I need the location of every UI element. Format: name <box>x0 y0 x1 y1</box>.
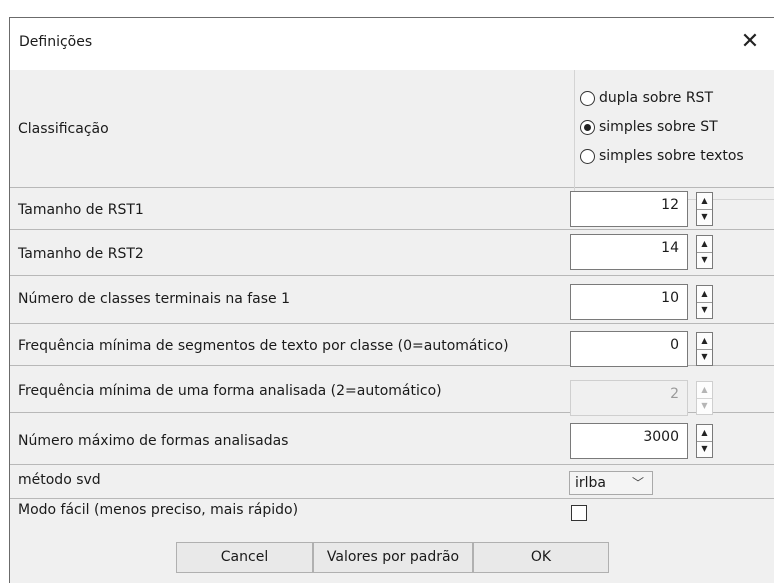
triangle-up-icon[interactable]: ▲ <box>697 236 712 253</box>
triangle-up-icon[interactable]: ▲ <box>697 425 712 442</box>
max-forms-input[interactable]: 3000 <box>570 423 688 459</box>
radio-circle-selected-icon <box>580 119 595 135</box>
min-segments-value: 0 <box>670 337 679 353</box>
radio-circle-icon <box>580 148 595 164</box>
triangle-down-icon[interactable]: ▼ <box>697 441 712 457</box>
chevron-down-icon: ﹀ <box>631 476 644 490</box>
min-form-freq-input: 2 <box>570 380 688 416</box>
classification-radio-group: dupla sobre RST simples sobre ST simples… <box>574 70 774 200</box>
classification-row: Classificação dupla sobre RST simples so… <box>10 70 774 200</box>
easy-mode-row: Modo fácil (menos preciso, mais rápido) <box>10 499 774 525</box>
terminal-classes-label: Número de classes terminais na fase 1 <box>18 291 291 307</box>
rst1-input[interactable]: 12 <box>570 191 688 227</box>
triangle-up-icon[interactable]: ▲ <box>697 286 712 303</box>
ok-button[interactable]: OK <box>473 542 609 573</box>
radio-dupla-sobre-rst[interactable]: dupla sobre RST <box>580 90 713 106</box>
min-form-freq-stepper: ▲ ▼ <box>696 381 713 415</box>
min-segments-stepper[interactable]: ▲ ▼ <box>696 332 713 366</box>
svd-method-label: método svd <box>18 472 101 488</box>
svd-method-value: irlba <box>575 475 607 491</box>
radio-label: dupla sobre RST <box>599 90 713 106</box>
triangle-up-icon: ▲ <box>697 382 712 399</box>
rst1-value: 12 <box>661 197 679 213</box>
easy-mode-checkbox[interactable] <box>571 505 587 521</box>
cancel-button[interactable]: Cancel <box>176 542 313 573</box>
svd-method-select[interactable]: irlba ﹀ <box>569 471 653 495</box>
triangle-down-icon[interactable]: ▼ <box>697 349 712 365</box>
settings-dialog: Definições ✕ Classificação dupla sobre R… <box>9 17 774 583</box>
min-form-freq-value: 2 <box>670 386 679 402</box>
terminal-classes-input[interactable]: 10 <box>570 284 688 320</box>
radio-label: simples sobre ST <box>599 119 718 135</box>
classification-label: Classificação <box>18 121 109 137</box>
min-segments-input[interactable]: 0 <box>570 331 688 367</box>
rst2-stepper[interactable]: ▲ ▼ <box>696 235 713 269</box>
min-segments-label: Frequência mínima de segmentos de texto … <box>18 338 509 354</box>
svd-method-row: método svd <box>10 465 774 499</box>
triangle-down-icon[interactable]: ▼ <box>697 209 712 225</box>
terminal-classes-value: 10 <box>661 290 679 306</box>
rst2-value: 14 <box>661 240 679 256</box>
min-form-freq-label: Frequência mínima de uma forma analisada… <box>18 383 442 399</box>
rst1-label: Tamanho de RST1 <box>18 202 144 218</box>
defaults-button[interactable]: Valores por padrão <box>313 542 473 573</box>
rst2-label: Tamanho de RST2 <box>18 246 144 262</box>
triangle-up-icon[interactable]: ▲ <box>697 193 712 210</box>
radio-simples-sobre-textos[interactable]: simples sobre textos <box>580 148 744 164</box>
triangle-up-icon[interactable]: ▲ <box>697 333 712 350</box>
radio-simples-sobre-st[interactable]: simples sobre ST <box>580 119 718 135</box>
max-forms-value: 3000 <box>643 429 679 445</box>
close-icon[interactable]: ✕ <box>736 28 764 56</box>
radio-circle-icon <box>580 90 595 106</box>
max-forms-stepper[interactable]: ▲ ▼ <box>696 424 713 458</box>
radio-label: simples sobre textos <box>599 148 744 164</box>
max-forms-label: Número máximo de formas analisadas <box>18 433 289 449</box>
terminal-classes-stepper[interactable]: ▲ ▼ <box>696 285 713 319</box>
title-bar: Definições ✕ <box>10 18 774 70</box>
rst1-stepper[interactable]: ▲ ▼ <box>696 192 713 226</box>
triangle-down-icon: ▼ <box>701 401 708 410</box>
triangle-down-icon[interactable]: ▼ <box>697 302 712 318</box>
dialog-title: Definições <box>19 34 93 50</box>
easy-mode-label: Modo fácil (menos preciso, mais rápido) <box>18 502 299 518</box>
rst2-input[interactable]: 14 <box>570 234 688 270</box>
triangle-down-icon[interactable]: ▼ <box>697 252 712 268</box>
